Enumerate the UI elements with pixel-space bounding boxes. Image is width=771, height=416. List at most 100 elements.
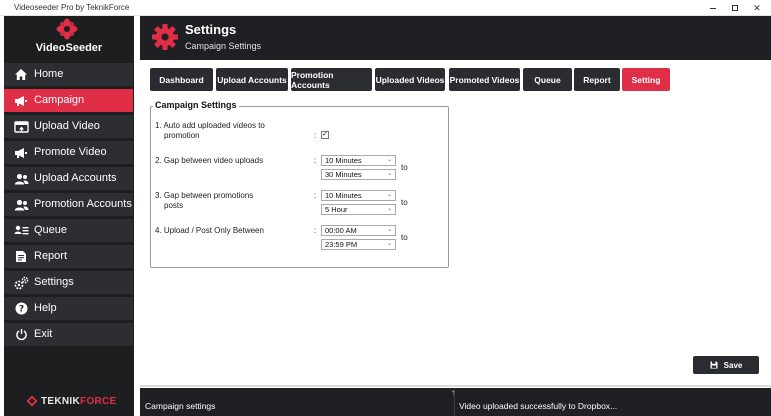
save-button-label: Save [723, 360, 743, 370]
page-title: Settings [185, 22, 237, 37]
tab-promotion-accounts[interactable]: Promotion Accounts [291, 68, 372, 91]
sidebar-item-campaign[interactable]: Campaign [4, 89, 133, 112]
gap-uploads-to-select[interactable]: 30 Minutes ⌄ [321, 169, 396, 180]
gear-icon [152, 24, 178, 50]
status-bar: Campaign settings ↑ Video uploaded succe… [140, 388, 771, 416]
chevron-down-icon: ⌄ [386, 206, 392, 212]
status-text-right: Video uploaded successfully to Dropbox..… [459, 401, 618, 411]
gap-uploads-to-label: to [401, 163, 408, 172]
tab-upload-accounts[interactable]: Upload Accounts [216, 68, 288, 91]
page-subtitle: Campaign Settings [185, 41, 262, 51]
home-icon [13, 67, 29, 82]
select-value: 10 Minutes [325, 156, 362, 165]
teknikforce-footer: TEKNIKFORCE [4, 388, 134, 416]
auto-add-label-line1: 1. Auto add uploaded videos to [155, 121, 265, 130]
sidebar-item-promotion-accounts[interactable]: Promotion Accounts [4, 193, 133, 216]
tab-dashboard[interactable]: Dashboard [150, 68, 213, 91]
sidebar-item-exit[interactable]: Exit [4, 323, 133, 346]
chevron-down-icon: ⌄ [386, 192, 392, 198]
megaphone-icon [13, 93, 29, 108]
upload-window-label: 4. Upload / Post Only Between [155, 226, 264, 235]
sidebar-item-help[interactable]: ? Help [4, 297, 133, 320]
sidebar-item-label: Upload Video [34, 120, 100, 132]
teknikforce-logo-text-accent: FORCE [80, 395, 117, 407]
colon-separator: : [314, 156, 317, 165]
sidebar-item-settings[interactable]: Settings [4, 271, 133, 294]
maximize-icon [732, 5, 738, 11]
sidebar-item-report[interactable]: Report [4, 245, 133, 268]
gears-icon [13, 275, 29, 290]
sidebar-item-label: Help [34, 302, 57, 314]
colon-separator: : [314, 226, 317, 235]
select-value: 30 Minutes [325, 170, 362, 179]
minimize-button[interactable] [707, 2, 719, 14]
auto-add-label-line2: promotion [164, 131, 200, 140]
minimize-icon [710, 7, 716, 9]
colon-separator: : [314, 131, 317, 140]
colon-separator: : [314, 191, 317, 200]
sidebar-menu: Home Campaign Upload Video Promote Video… [4, 63, 134, 349]
window-titlebar: Videoseeder Pro by TeknikForce ✕ [0, 0, 771, 16]
sidebar-item-label: Exit [34, 328, 53, 340]
video-upload-icon [13, 119, 29, 134]
select-value: 00:00 AM [325, 226, 357, 235]
page-header: Settings Campaign Settings [140, 16, 771, 60]
gap-uploads-label: 2. Gap between video uploads [155, 156, 264, 165]
window-title: Videoseeder Pro by TeknikForce [14, 3, 130, 12]
statusbar-divider [140, 385, 771, 387]
gap-promotions-label-line1: 3. Gap between promotions [155, 191, 254, 200]
chevron-down-icon: ⌄ [386, 241, 392, 247]
checkmark-icon: ✓ [322, 131, 328, 138]
videoseeder-logo-icon [56, 18, 78, 40]
maximize-button[interactable] [729, 2, 741, 14]
sidebar-item-queue[interactable]: Queue [4, 219, 133, 242]
teknikforce-logo-icon [26, 395, 38, 407]
sidebar-item-label: Queue [34, 224, 68, 236]
tab-uploaded-videos[interactable]: Uploaded Videos [375, 68, 445, 91]
teknikforce-logo-text: TEKNIK [41, 395, 81, 407]
sidebar-item-label: Campaign [34, 94, 85, 106]
sidebar-item-label: Settings [34, 276, 74, 288]
close-icon: ✕ [753, 2, 761, 13]
sidebar-item-home[interactable]: Home [4, 63, 133, 86]
sidebar-item-promote-video[interactable]: Promote Video [4, 141, 133, 164]
svg-text:?: ? [18, 305, 23, 315]
tab-queue[interactable]: Queue [523, 68, 572, 91]
sidebar: VideoSeeder Home Campaign Upload Video P… [4, 16, 134, 416]
select-value: 10 Minutes [325, 191, 362, 200]
status-text-left: Campaign settings [145, 401, 216, 411]
tab-setting[interactable]: Setting [622, 68, 670, 91]
power-icon [13, 327, 29, 342]
report-icon [13, 249, 29, 264]
auto-add-checkbox[interactable]: ✓ [321, 131, 329, 139]
users-icon [13, 197, 29, 212]
status-divider[interactable] [454, 388, 455, 416]
sidebar-item-label: Promotion Accounts [34, 198, 132, 210]
sidebar-item-label: Home [34, 68, 64, 80]
upload-window-from-select[interactable]: 00:00 AM ⌄ [321, 225, 396, 236]
save-icon [710, 361, 718, 369]
chevron-down-icon: ⌄ [386, 171, 392, 177]
gap-promotions-label-line2: posts [164, 201, 184, 210]
sidebar-item-upload-accounts[interactable]: Upload Accounts [4, 167, 133, 190]
app-logo: VideoSeeder [4, 16, 134, 60]
gap-promotions-from-select[interactable]: 10 Minutes ⌄ [321, 190, 396, 201]
save-button[interactable]: Save [693, 356, 759, 374]
chevron-down-icon: ⌄ [386, 157, 392, 163]
sidebar-item-label: Upload Accounts [34, 172, 117, 184]
select-value: 23:59 PM [325, 240, 358, 249]
upload-window-to-select[interactable]: 23:59 PM ⌄ [321, 239, 396, 250]
queue-icon [13, 223, 29, 238]
teknikforce-logo: TEKNIKFORCE [26, 394, 117, 408]
app-name: VideoSeeder [35, 42, 103, 54]
gap-uploads-from-select[interactable]: 10 Minutes ⌄ [321, 155, 396, 166]
upload-window-to-label: to [401, 233, 408, 242]
close-button[interactable]: ✕ [751, 2, 763, 14]
sidebar-item-upload-video[interactable]: Upload Video [4, 115, 133, 138]
sidebar-item-label: Report [34, 250, 68, 262]
tab-promoted-videos[interactable]: Promoted Videos [449, 68, 520, 91]
help-icon: ? [13, 301, 29, 316]
gap-promotions-to-select[interactable]: 5 Hour ⌄ [321, 204, 396, 215]
tab-report[interactable]: Report [574, 68, 620, 91]
select-value: 5 Hour [325, 205, 348, 214]
